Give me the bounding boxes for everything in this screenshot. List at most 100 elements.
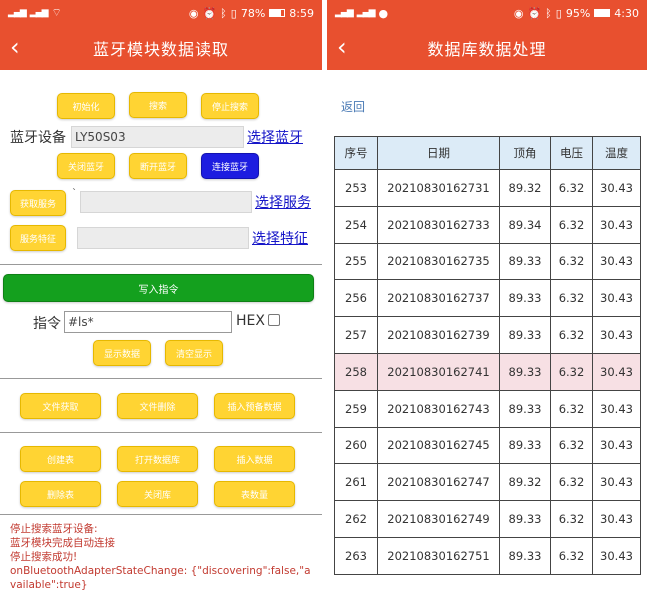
table-cell: 253	[334, 169, 378, 207]
table-row[interactable]: 253 20210830162731 89.32 6.32 30.43	[334, 169, 641, 207]
service-field[interactable]	[80, 191, 252, 213]
table-cell: 255	[334, 242, 378, 281]
table-cell: 6.32	[550, 242, 593, 281]
write-command-button[interactable]: 写入指令	[3, 274, 314, 302]
table-cell: 20210830162733	[377, 205, 500, 244]
table-cell: 89.32	[499, 463, 551, 502]
bluetooth-icon: ᛒ	[220, 6, 227, 20]
database-screen: ▂▄▆ ▂▄▆ ● ◉ ⏰ ᛒ ▯ 95% 4:30 ‹ 数据库数据处理 返回	[327, 0, 647, 605]
init-button[interactable]: 初始化	[57, 93, 115, 119]
wifi-icon: ⌔	[51, 6, 62, 19]
page-title: 数据库数据处理	[427, 40, 547, 59]
table-cell: 20210830162739	[377, 316, 500, 354]
alarm-icon: ⏰	[527, 6, 542, 20]
table-cell: 30.43	[592, 389, 641, 428]
table-count-button[interactable]: 表数量	[214, 481, 295, 507]
table-cell: 89.33	[499, 242, 551, 281]
command-input[interactable]: #ls*	[64, 311, 232, 333]
hex-checkbox[interactable]	[268, 314, 280, 326]
close-db-button[interactable]: 关闭库	[117, 481, 198, 507]
table-cell: 30.43	[592, 205, 641, 244]
battery-icon	[594, 9, 611, 17]
table-cell: 20210830162731	[377, 169, 500, 207]
command-label: 指令	[33, 316, 61, 332]
table-row[interactable]: 255 20210830162735 89.33 6.32 30.43	[334, 242, 641, 281]
table-cell: 20210830162743	[377, 389, 500, 428]
service-char-button[interactable]: 服务特征	[10, 225, 66, 251]
insert-preset-button[interactable]: 插入预备数据	[214, 393, 295, 419]
file-delete-button[interactable]: 文件删除	[117, 393, 198, 419]
vibrate-icon: ▯	[555, 6, 562, 20]
column-header: 顶角	[499, 136, 551, 170]
select-char-link[interactable]: 选择特征	[252, 228, 308, 248]
table-row[interactable]: 262 20210830162749 89.33 6.32 30.43	[334, 500, 641, 538]
log-line: 停止搜索成功!	[10, 551, 78, 563]
table-cell: 6.32	[550, 500, 593, 538]
clear-display-button[interactable]: 清空显示	[165, 340, 223, 366]
table-row[interactable]: 263 20210830162751 89.33 6.32 30.43	[334, 536, 641, 575]
log-line: 蓝牙模块完成自动连接	[10, 537, 115, 549]
table-row[interactable]: 258 20210830162741 89.33 6.32 30.43	[334, 352, 641, 391]
file-get-button[interactable]: 文件获取	[20, 393, 101, 419]
bluetooth-read-screen: ▂▄▆ ▂▄▆ ⌔ ◉ ⏰ ᛒ ▯ 78% 8:59 ‹ 蓝牙模块数据读取 初始…	[0, 0, 322, 605]
screenshot-pair: ▂▄▆ ▂▄▆ ⌔ ◉ ⏰ ᛒ ▯ 78% 8:59 ‹ 蓝牙模块数据读取 初始…	[0, 0, 647, 605]
app-bar: ‹ 数据库数据处理	[327, 26, 647, 70]
search-button[interactable]: 搜索	[129, 92, 187, 118]
table-row[interactable]: 254 20210830162733 89.34 6.32 30.43	[334, 205, 641, 244]
close-bluetooth-button[interactable]: 关闭蓝牙	[57, 153, 115, 179]
open-db-button[interactable]: 打开数据库	[117, 446, 198, 472]
page-title: 蓝牙模块数据读取	[92, 40, 229, 59]
table-cell: 20210830162749	[377, 500, 500, 538]
table-cell: 261	[334, 463, 378, 502]
service-tick: `	[72, 188, 77, 199]
alarm-icon: ⏰	[202, 6, 217, 20]
divider	[0, 378, 322, 379]
battery-percent: 78%	[240, 6, 266, 20]
column-header: 电压	[550, 136, 593, 170]
table-cell: 89.33	[499, 352, 551, 391]
back-link[interactable]: 返回	[341, 98, 365, 115]
table-row[interactable]: 257 20210830162739 89.33 6.32 30.43	[334, 316, 641, 354]
table-cell: 30.43	[592, 426, 641, 465]
show-data-button[interactable]: 显示数据	[93, 340, 151, 366]
table-row[interactable]: 259 20210830162743 89.33 6.32 30.43	[334, 389, 641, 428]
table-cell: 263	[334, 536, 378, 575]
table-cell: 89.33	[499, 500, 551, 538]
table-cell: 6.32	[550, 316, 593, 354]
table-cell: 6.32	[550, 389, 593, 428]
stop-search-button[interactable]: 停止搜索	[201, 93, 259, 119]
table-row[interactable]: 260 20210830162745 89.33 6.32 30.43	[334, 426, 641, 465]
app-bar: ‹ 蓝牙模块数据读取	[0, 26, 322, 70]
table-cell: 6.32	[550, 536, 593, 575]
char-field[interactable]	[77, 227, 249, 249]
device-name-field[interactable]: LY50S03	[71, 126, 244, 148]
select-bluetooth-link[interactable]: 选择蓝牙	[247, 127, 303, 147]
table-cell: 260	[334, 426, 378, 465]
table-cell: 6.32	[550, 352, 593, 391]
status-bar: ▂▄▆ ▂▄▆ ⌔ ◉ ⏰ ᛒ ▯ 78% 8:59	[0, 0, 322, 26]
table-cell: 259	[334, 389, 378, 428]
insert-data-button[interactable]: 插入数据	[214, 446, 295, 472]
log-line: onBluetoothAdapterStateChange: {"discove…	[10, 565, 311, 591]
divider	[0, 264, 322, 265]
create-table-button[interactable]: 创建表	[20, 446, 101, 472]
divider	[0, 432, 322, 433]
table-cell: 30.43	[592, 352, 641, 391]
table-row[interactable]: 261 20210830162747 89.32 6.32 30.43	[334, 463, 641, 502]
back-chevron-icon[interactable]: ‹	[10, 32, 30, 62]
delete-table-button[interactable]: 删除表	[20, 481, 101, 507]
disconnect-bluetooth-button[interactable]: 断开蓝牙	[129, 153, 187, 179]
battery-level	[270, 10, 282, 16]
back-chevron-icon[interactable]: ‹	[337, 32, 357, 62]
table-cell: 30.43	[592, 463, 641, 502]
table-cell: 20210830162747	[377, 463, 500, 502]
hex-label: HEX	[236, 313, 265, 329]
connect-bluetooth-button[interactable]: 连接蓝牙	[201, 153, 259, 179]
status-bar: ▂▄▆ ▂▄▆ ● ◉ ⏰ ᛒ ▯ 95% 4:30	[327, 0, 647, 26]
table-row[interactable]: 256 20210830162737 89.33 6.32 30.43	[334, 279, 641, 318]
table-cell: 262	[334, 500, 378, 538]
table-cell: 257	[334, 316, 378, 354]
table-cell: 6.32	[550, 279, 593, 318]
select-service-link[interactable]: 选择服务	[255, 192, 311, 212]
get-service-button[interactable]: 获取服务	[10, 190, 66, 216]
